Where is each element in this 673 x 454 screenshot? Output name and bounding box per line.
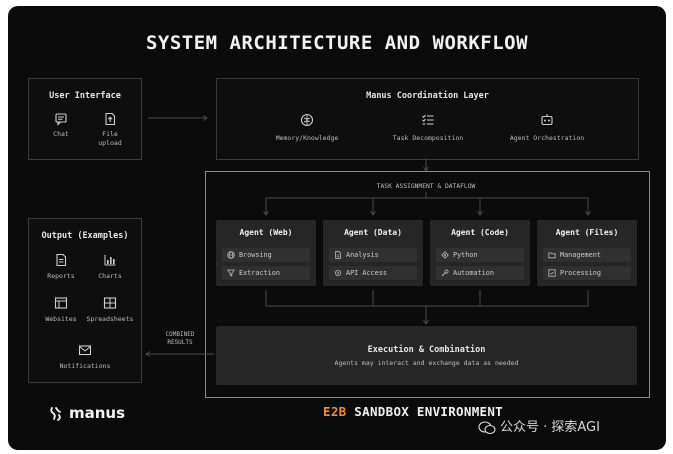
agent-code-task-python-label: Python bbox=[453, 251, 478, 259]
ui-item-file-upload-label: File upload bbox=[98, 130, 122, 147]
dataflow-label: TASK ASSIGNMENT & DATAFLOW bbox=[376, 183, 476, 190]
agent-files-task-management-label: Management bbox=[560, 251, 601, 259]
coordination-layer-title: Manus Coordination Layer bbox=[366, 91, 489, 101]
agent-web-task-extraction-label: Extraction bbox=[239, 269, 280, 277]
output-reports-label: Reports bbox=[47, 272, 75, 280]
list-check-icon bbox=[421, 113, 435, 127]
filter-icon bbox=[227, 269, 235, 277]
globe-icon bbox=[227, 251, 235, 259]
e2b-label: E2B bbox=[323, 404, 347, 419]
chat-icon bbox=[54, 112, 68, 126]
coordination-memory-label: Memory/Knowledge bbox=[275, 134, 339, 142]
dataflow-distribution-lines bbox=[263, 192, 591, 216]
output-spreadsheets-label: Spreadsheets bbox=[86, 315, 134, 323]
plug-icon bbox=[334, 269, 342, 277]
spreadsheet-icon bbox=[103, 296, 117, 310]
agent-web-name: Agent (Web) bbox=[239, 228, 293, 237]
agent-web-task-browsing: Browsing bbox=[222, 248, 310, 262]
agent-web-task-extraction: Extraction bbox=[222, 266, 310, 280]
watermark: 公众号 · 探索AGI bbox=[478, 416, 600, 435]
report-icon bbox=[54, 253, 68, 267]
agent-data-card: Agent (Data) Analysis API Access bbox=[323, 220, 423, 286]
coordination-to-agents-arrow bbox=[423, 158, 429, 172]
agent-code-task-python: Python bbox=[436, 248, 524, 262]
ui-to-coordination-arrow bbox=[148, 115, 208, 121]
mail-icon bbox=[78, 343, 92, 357]
file-upload-icon bbox=[103, 112, 117, 126]
output-title: Output (Examples) bbox=[41, 231, 129, 241]
agent-files-task-processing-label: Processing bbox=[560, 269, 601, 277]
agent-data-name: Agent (Data) bbox=[344, 228, 402, 237]
combined-results-label: COMBINED RESULTS bbox=[165, 331, 195, 346]
user-interface-title: User Interface bbox=[49, 91, 121, 101]
python-icon bbox=[441, 251, 449, 259]
process-icon bbox=[548, 269, 556, 277]
agent-data-task-api: API Access bbox=[329, 266, 417, 280]
output-examples-box: Output (Examples) Reports Charts Website… bbox=[28, 218, 142, 383]
diagram-title: SYSTEM ARCHITECTURE AND WORKFLOW bbox=[145, 32, 529, 54]
agent-files-task-management: Management bbox=[543, 248, 631, 262]
wechat-icon bbox=[478, 420, 496, 435]
output-charts-label: Charts bbox=[98, 272, 122, 280]
watermark-text: 公众号 · 探索AGI bbox=[500, 420, 600, 435]
agent-files-task-processing: Processing bbox=[543, 266, 631, 280]
execution-subtitle: Agents may interact and exchange data as… bbox=[334, 359, 519, 367]
folder-icon bbox=[548, 251, 556, 259]
agent-code-name: Agent (Code) bbox=[451, 228, 509, 237]
agent-files-name: Agent (Files) bbox=[555, 228, 619, 237]
chart-icon bbox=[103, 253, 117, 267]
robot-icon bbox=[540, 113, 554, 127]
manus-logo-text: manus bbox=[69, 404, 126, 422]
manus-logo: manus bbox=[48, 404, 125, 422]
agent-files-card: Agent (Files) Management Processing bbox=[537, 220, 637, 286]
wrench-icon bbox=[441, 269, 449, 277]
agents-to-execution-lines bbox=[265, 290, 589, 325]
brain-icon bbox=[300, 113, 314, 127]
sandbox-environment-label: E2B SANDBOX ENVIRONMENT bbox=[323, 404, 503, 419]
agent-web-task-browsing-label: Browsing bbox=[239, 251, 272, 259]
agent-code-card: Agent (Code) Python Automation bbox=[430, 220, 530, 286]
coordination-task-decomposition-label: Task Decomposition bbox=[392, 134, 464, 142]
diagram-frame: SYSTEM ARCHITECTURE AND WORKFLOW User In… bbox=[8, 6, 666, 450]
agent-code-task-automation-label: Automation bbox=[453, 269, 494, 277]
execution-to-output-arrow bbox=[145, 351, 214, 357]
output-notifications-label: Notifications bbox=[59, 362, 111, 370]
agent-code-task-automation: Automation bbox=[436, 266, 524, 280]
coordination-layer-box: Manus Coordination Layer Memory/Knowledg… bbox=[216, 78, 639, 160]
agent-data-task-analysis-label: Analysis bbox=[346, 251, 379, 259]
execution-title: Execution & Combination bbox=[367, 345, 486, 355]
agent-data-task-api-label: API Access bbox=[346, 269, 387, 277]
agent-web-card: Agent (Web) Browsing Extraction bbox=[216, 220, 316, 286]
manus-logo-icon bbox=[48, 406, 64, 422]
coordination-agent-orchestration-label: Agent Orchestration bbox=[509, 134, 585, 142]
ui-item-chat-label: Chat bbox=[53, 130, 69, 138]
document-icon bbox=[334, 251, 342, 259]
website-icon bbox=[54, 296, 68, 310]
agent-data-task-analysis: Analysis bbox=[329, 248, 417, 262]
output-websites-label: Websites bbox=[45, 315, 77, 323]
execution-combination-box: Execution & Combination Agents may inter… bbox=[216, 326, 637, 385]
user-interface-box: User Interface Chat File upload bbox=[28, 78, 142, 160]
